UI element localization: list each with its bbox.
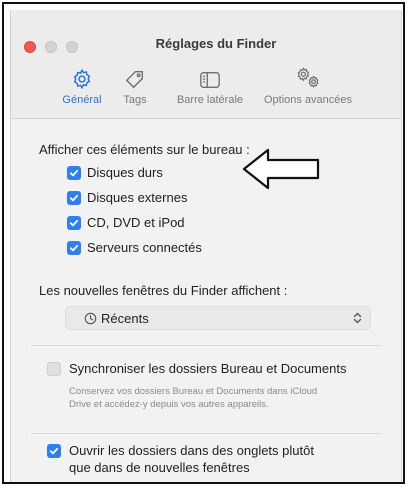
tab-general[interactable]: Général	[56, 62, 108, 106]
title-bar: Réglages du Finder Général Tags Barre la…	[11, 10, 401, 119]
open-in-tabs-label-line2: que dans de nouvelles fenêtres	[69, 460, 250, 475]
sidebar-icon	[199, 62, 221, 90]
checkbox-hard-disks[interactable]	[67, 165, 81, 180]
new-windows-selected-value: Récents	[101, 310, 149, 326]
clock-icon	[84, 312, 97, 325]
checkbox-label: Disques durs	[87, 165, 163, 180]
window-title: Réglages du Finder	[155, 36, 277, 51]
chevron-up-down-icon	[353, 312, 362, 327]
open-in-tabs-label-line1: Ouvrir les dossiers dans des onglets plu…	[69, 443, 314, 458]
finder-settings-window: Réglages du Finder Général Tags Barre la…	[10, 10, 402, 482]
new-windows-heading: Les nouvelles fenêtres du Finder affiche…	[39, 283, 288, 298]
new-windows-select[interactable]: Récents	[65, 306, 371, 330]
section-divider	[31, 345, 381, 346]
gear-icon	[71, 62, 93, 90]
tab-advanced[interactable]: Options avancées	[256, 62, 360, 106]
checkbox-row-cd-dvd-ipod[interactable]: CD, DVD et iPod	[67, 215, 185, 230]
checkbox-label: CD, DVD et iPod	[87, 215, 185, 230]
settings-tabs: Général Tags Barre latérale Options avan…	[56, 62, 360, 106]
left-arrow-annotation	[242, 148, 320, 190]
checkbox-external-disks[interactable]	[67, 190, 81, 205]
checkbox-label: Serveurs connectés	[87, 240, 202, 255]
screenshot-frame: Réglages du Finder Général Tags Barre la…	[2, 2, 405, 484]
checkbox-label: Synchroniser les dossiers Bureau et Docu…	[69, 361, 347, 376]
tab-tags-label: Tags	[123, 94, 147, 106]
checkbox-row-sync-desktop-documents[interactable]: Synchroniser les dossiers Bureau et Docu…	[47, 361, 346, 376]
checkbox-row-hard-disks[interactable]: Disques durs	[67, 165, 163, 180]
checkbox-open-in-tabs[interactable]	[47, 444, 61, 458]
desktop-items-heading: Afficher ces éléments sur le bureau :	[39, 142, 250, 157]
checkbox-row-connected-servers[interactable]: Serveurs connectés	[67, 240, 202, 255]
sync-help-text: Conservez vos dossiers Bureau et Documen…	[69, 386, 318, 410]
tab-general-label: Général	[62, 94, 102, 106]
checkbox-row-open-in-tabs[interactable]: Ouvrir les dossiers dans des onglets plu…	[47, 442, 314, 476]
general-settings-pane: Afficher ces éléments sur le bureau : Di…	[11, 119, 401, 482]
checkbox-sync-desktop-documents[interactable]	[47, 361, 61, 376]
checkbox-row-external-disks[interactable]: Disques externes	[67, 190, 187, 205]
tab-sidebar[interactable]: Barre latérale	[162, 62, 258, 106]
checkbox-label: Disques externes	[87, 190, 188, 205]
tab-advanced-label: Options avancées	[263, 94, 353, 106]
gears-icon	[294, 62, 322, 90]
tab-sidebar-label: Barre latérale	[176, 94, 244, 106]
tab-tags[interactable]: Tags	[112, 62, 158, 106]
checkbox-connected-servers[interactable]	[67, 240, 81, 255]
tag-icon	[124, 62, 146, 90]
open-in-tabs-label: Ouvrir les dossiers dans des onglets plu…	[69, 442, 314, 476]
checkbox-cd-dvd-ipod[interactable]	[67, 215, 81, 230]
section-divider	[31, 433, 381, 434]
